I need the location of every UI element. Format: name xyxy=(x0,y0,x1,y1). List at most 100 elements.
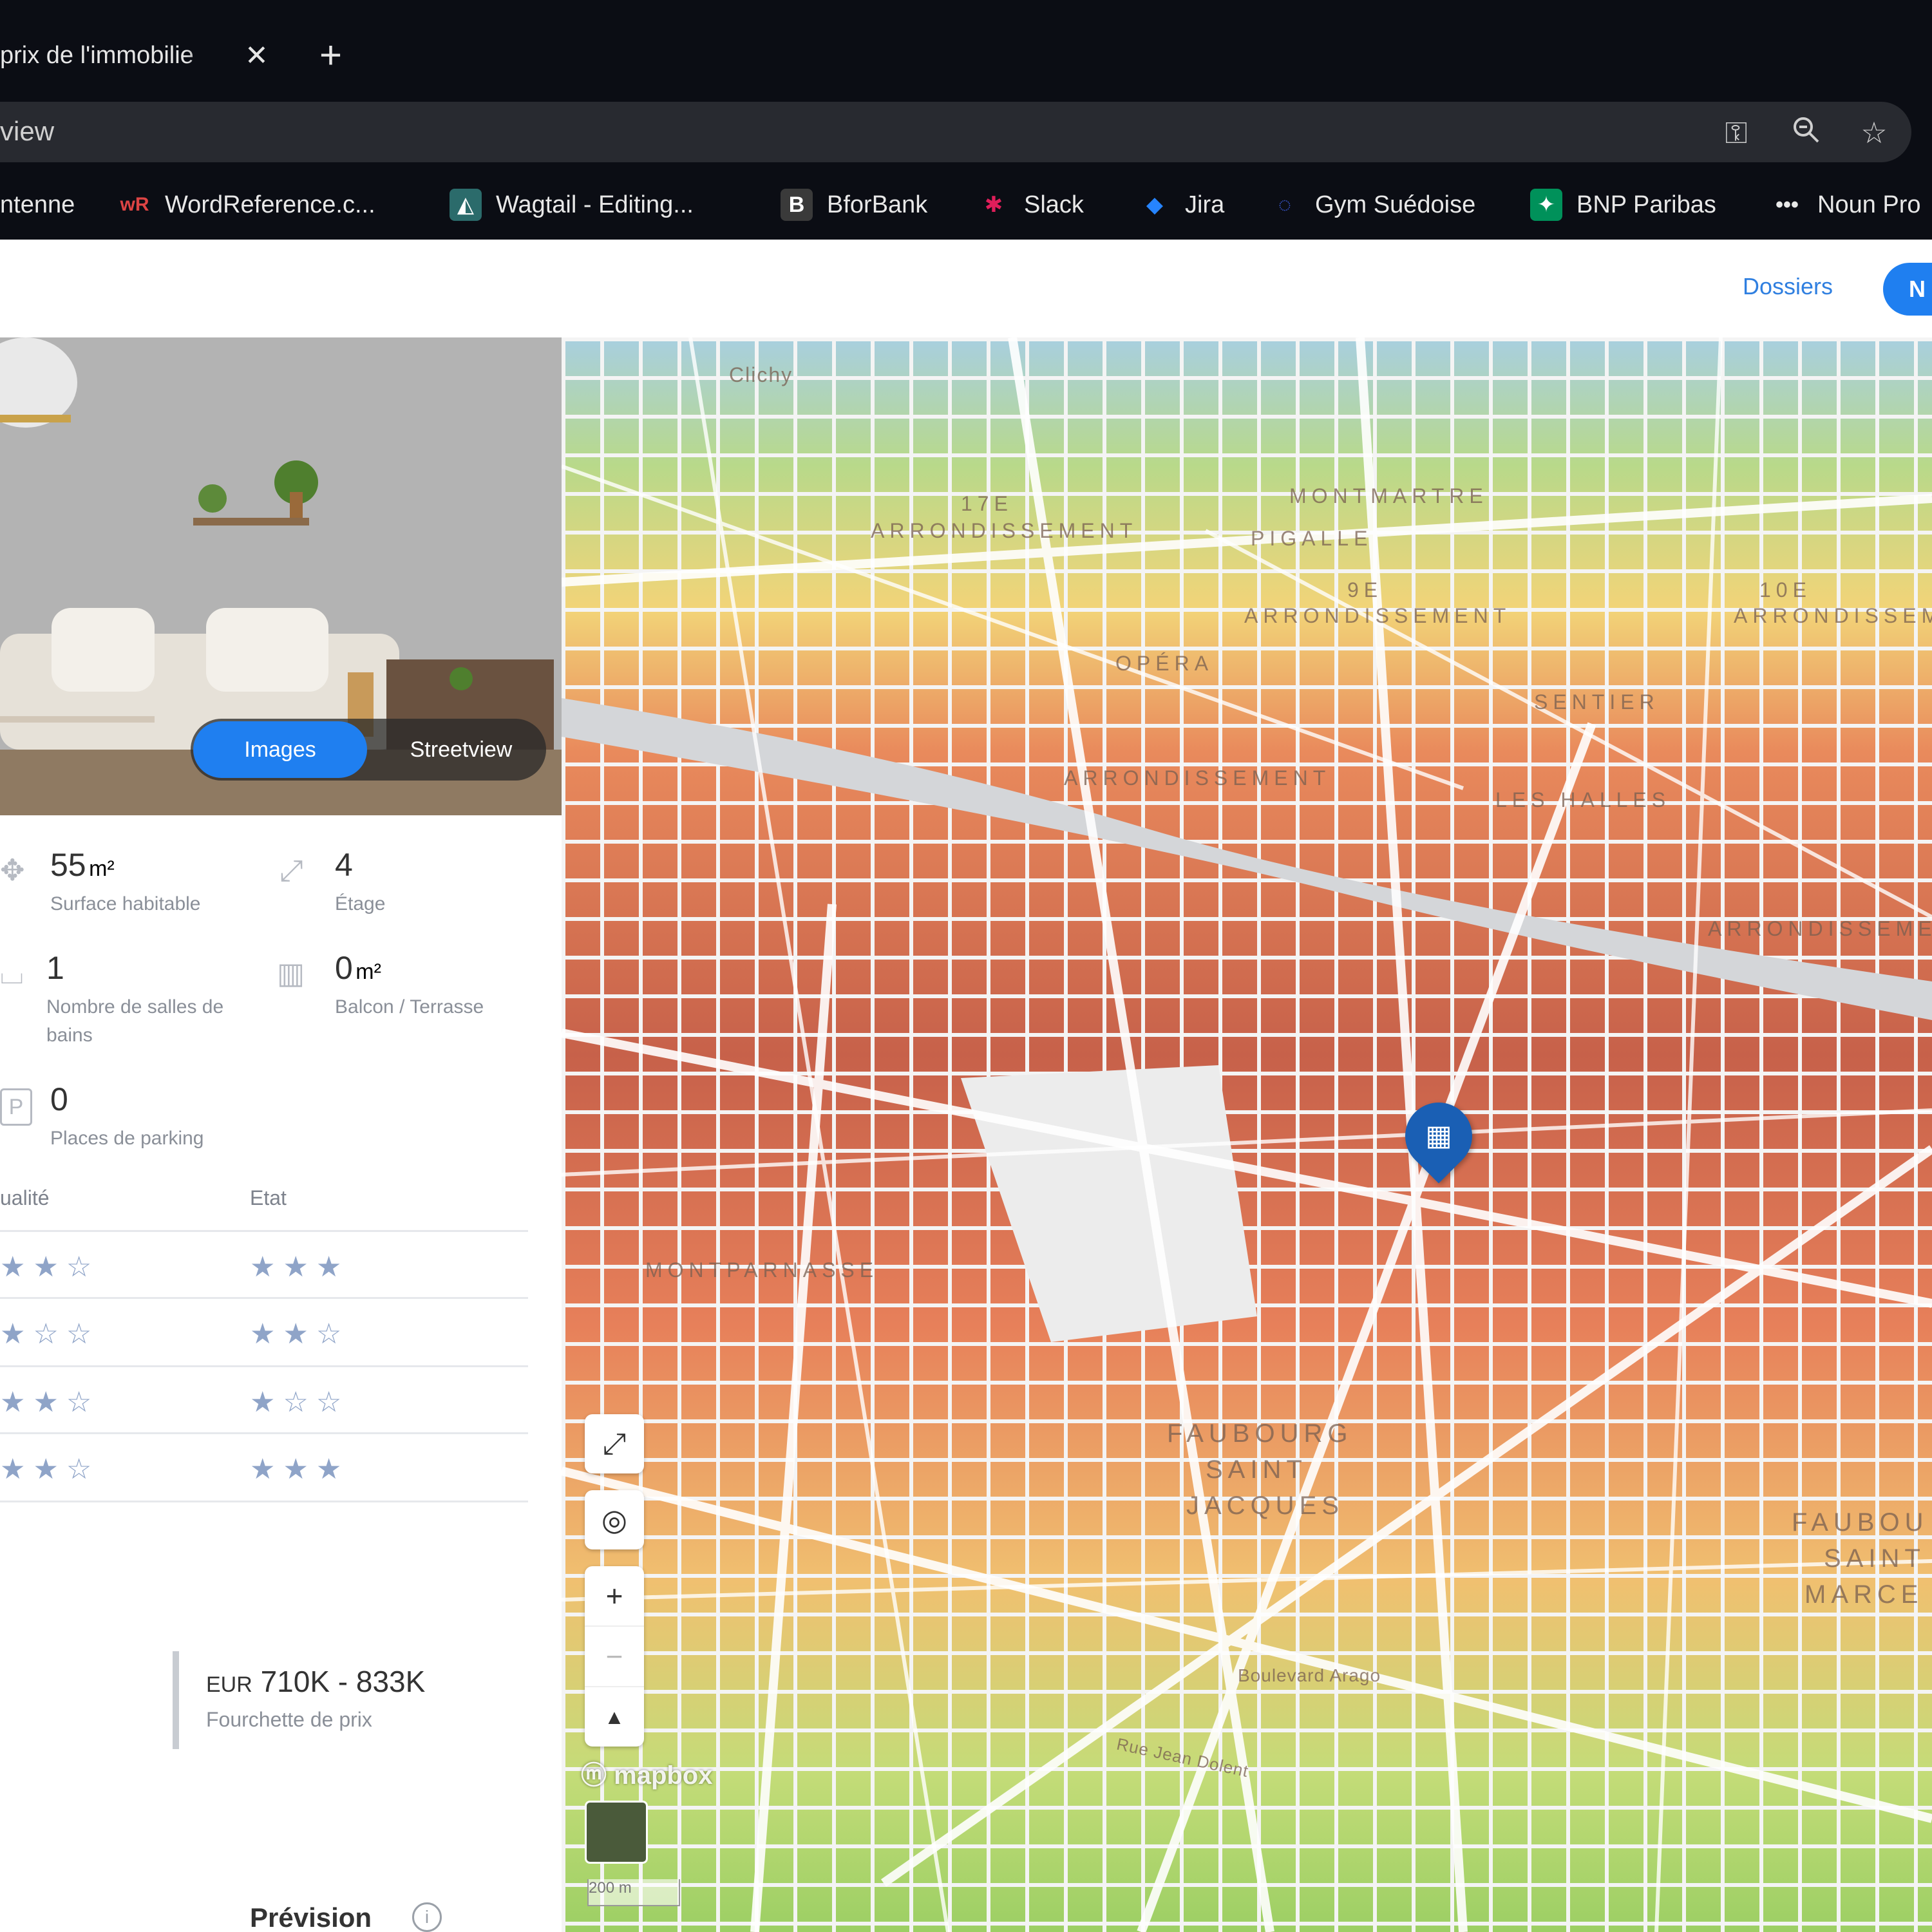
map-label: 17E xyxy=(961,492,1013,515)
bookmark-label: BNP Paribas xyxy=(1577,191,1716,218)
bookmark-label: Slack xyxy=(1024,191,1084,218)
balcony-value: 0 xyxy=(335,950,353,986)
property-panel: Images Streetview ✥ 55 m² Surface habita… xyxy=(0,337,562,1932)
dossiers-link[interactable]: Dossiers xyxy=(1743,273,1833,300)
address-bar[interactable]: view ⚿ ☆ xyxy=(0,102,1911,162)
condition-stars: ★★★ xyxy=(250,1454,350,1485)
bookmark-ntenne[interactable]: ntenne xyxy=(0,187,75,223)
star-bookmark-icon[interactable]: ☆ xyxy=(1856,115,1892,151)
map-label: JACQUES xyxy=(1186,1492,1344,1520)
map-label: ARRONDISSEMENT xyxy=(1244,604,1511,627)
info-icon[interactable]: i xyxy=(412,1902,442,1932)
scale-bar: 200 m xyxy=(587,1879,680,1906)
building-icon: ▦ xyxy=(1425,1120,1452,1151)
compass-button[interactable]: ▲ xyxy=(585,1686,644,1747)
bookmark-gym-suedoise[interactable]: ◌ Gym Suédoise xyxy=(1269,187,1475,223)
condition-stars: ★★★ xyxy=(250,1251,350,1283)
key-icon[interactable]: ⚿ xyxy=(1718,115,1754,151)
bookmark-jira[interactable]: ◆ Jira xyxy=(1139,187,1224,223)
floor-label: Étage xyxy=(335,893,386,914)
divider xyxy=(0,1501,528,1502)
quality-header: ualité xyxy=(0,1186,50,1209)
map-label: MARCE xyxy=(1804,1580,1924,1609)
map-label: SENTIER xyxy=(1534,690,1660,714)
media-toggle: Images Streetview xyxy=(191,719,546,781)
new-tab-button[interactable]: + xyxy=(319,30,342,81)
price-heat-map[interactable]: Clichy 17E ARRONDISSEMENT MONTMARTRE PIG… xyxy=(562,337,1932,1932)
bookmark-bnp-paribas[interactable]: ✦ BNP Paribas xyxy=(1530,187,1716,223)
map-label: 9E xyxy=(1347,578,1383,601)
map-label: MONTMARTRE xyxy=(1289,484,1488,507)
locate-icon[interactable]: ◎ xyxy=(585,1490,644,1549)
bookmark-slack[interactable]: ✱ Slack xyxy=(978,187,1084,223)
bookmark-label: Noun Pro xyxy=(1817,191,1921,218)
forecast-title: Prévision xyxy=(250,1902,372,1932)
balcony-feature: 0 m² Balcon / Terrasse xyxy=(335,949,484,1021)
move-arrows-icon: ✥ xyxy=(0,853,25,887)
map-label: FAUBOU xyxy=(1792,1508,1929,1537)
fullscreen-icon[interactable]: ⤢ xyxy=(585,1414,644,1473)
map-label: OPÉRA xyxy=(1115,652,1214,675)
address-text: view xyxy=(0,116,55,146)
parking-value: 0 xyxy=(50,1081,68,1117)
condition-stars: ★★☆ xyxy=(250,1318,350,1350)
satellite-toggle[interactable] xyxy=(585,1801,648,1864)
quality-stars: ★★☆ xyxy=(0,1387,100,1418)
zoom-icon[interactable] xyxy=(1788,115,1824,151)
map-label: ARRONDISSEMENT xyxy=(1734,604,1932,627)
browser-chrome: prix de l'immobilie ✕ + view ⚿ ☆ ntenne … xyxy=(0,0,1932,240)
gym-icon: ◌ xyxy=(1278,192,1292,217)
bookmark-label: Wagtail - Editing... xyxy=(496,191,694,218)
streetview-tab[interactable]: Streetview xyxy=(384,721,538,778)
zoom-out-button[interactable]: − xyxy=(585,1625,644,1686)
condition-stars: ★☆☆ xyxy=(250,1387,350,1418)
jira-icon: ◆ xyxy=(1146,193,1164,217)
parking-label: Places de parking xyxy=(50,1128,204,1149)
price-accent-bar xyxy=(173,1651,179,1749)
price-range-value: 710K - 833K xyxy=(260,1665,426,1698)
new-button[interactable]: N xyxy=(1883,263,1932,316)
close-icon[interactable]: ✕ xyxy=(245,39,269,72)
floor-value: 4 xyxy=(335,847,353,883)
bookmark-bforbank[interactable]: B BforBank xyxy=(781,187,927,223)
balcony-label: Balcon / Terrasse xyxy=(335,996,484,1018)
map-label: MONTPARNASSE xyxy=(645,1258,879,1282)
price-range-label: Fourchette de prix xyxy=(206,1708,372,1731)
images-tab[interactable]: Images xyxy=(193,721,367,778)
mapbox-text: mapbox xyxy=(614,1761,713,1790)
wagtail-icon: ◭ xyxy=(450,189,482,221)
bookmark-label: BforBank xyxy=(827,191,928,218)
parking-icon: P xyxy=(0,1088,32,1126)
browser-tab[interactable]: prix de l'immobilie ✕ xyxy=(0,19,283,91)
condition-header: Etat xyxy=(250,1186,287,1209)
floor-feature: 4 Étage xyxy=(335,846,385,918)
tab-title: prix de l'immobilie xyxy=(0,41,194,69)
surface-feature: 55 m² Surface habitable xyxy=(50,846,201,918)
price-currency: EUR xyxy=(206,1672,252,1697)
map-label-clichy: Clichy xyxy=(729,363,793,386)
divider xyxy=(0,1297,528,1299)
app-header: Dossiers N xyxy=(0,240,1932,339)
bookmark-wordreference[interactable]: wR WordReference.c... xyxy=(118,187,375,223)
divider xyxy=(0,1230,528,1232)
bookmark-label: Jira xyxy=(1185,191,1225,218)
map-label: PIGALLE xyxy=(1251,527,1373,550)
quality-stars: ★☆☆ xyxy=(0,1318,100,1350)
price-range: EUR 710K - 833K xyxy=(206,1664,425,1699)
bathroom-label: Nombre de salles de bains xyxy=(46,996,224,1046)
divider xyxy=(0,1432,528,1434)
map-label: ARRONDISSEMENT xyxy=(1064,766,1331,790)
stairs-icon: ⤢ xyxy=(279,853,303,887)
fullscreen-control: ⤢ xyxy=(585,1414,644,1473)
parking-feature: 0 Places de parking xyxy=(50,1081,204,1153)
bnp-icon: ✦ xyxy=(1530,189,1562,221)
map-label: ARRONDISSEMENT xyxy=(1708,917,1932,940)
zoom-in-button[interactable]: + xyxy=(585,1566,644,1625)
map-label: LES HALLES xyxy=(1495,788,1671,811)
mapbox-logo[interactable]: ⓜ mapbox xyxy=(581,1754,712,1792)
balcony-icon: ▥ xyxy=(277,956,305,990)
bathroom-feature: 1 Nombre de salles de bains xyxy=(46,949,265,1050)
balcony-unit: m² xyxy=(355,960,381,984)
bookmark-wagtail[interactable]: ◭ Wagtail - Editing... xyxy=(450,187,694,223)
bookmark-noun-project[interactable]: ••• Noun Pro xyxy=(1771,187,1921,223)
